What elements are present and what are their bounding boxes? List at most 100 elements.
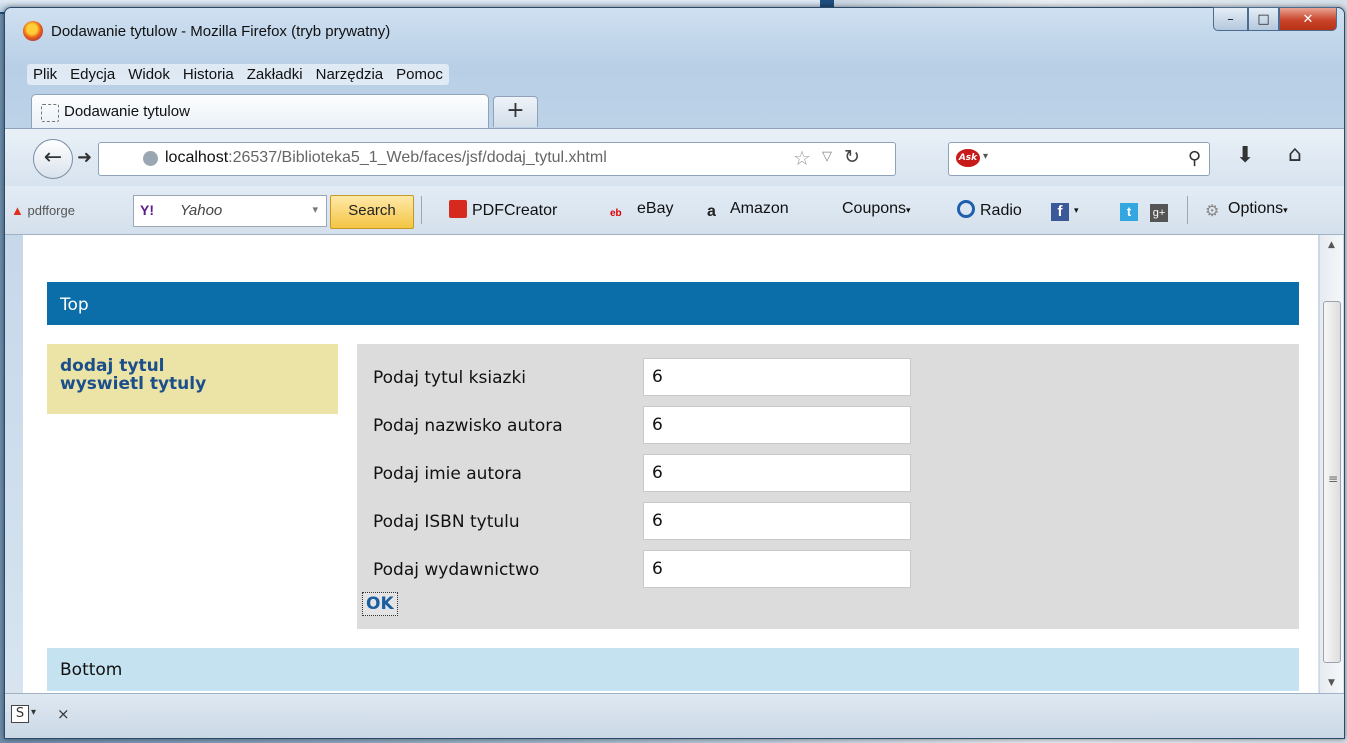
minimize-button[interactable]: – xyxy=(1213,7,1248,31)
close-icon: ✕ xyxy=(1302,11,1314,27)
window-controls: – □ ✕ xyxy=(1213,7,1337,31)
radio-icon xyxy=(957,200,975,218)
menu-pomoc[interactable]: Pomoc xyxy=(396,66,443,83)
pdfcreator-label: PDFCreator xyxy=(472,202,558,219)
toolbar-divider xyxy=(1187,196,1188,224)
navigation-bar: ← ➜ localhost:26537/Biblioteka5_1_Web/fa… xyxy=(5,128,1344,187)
bookmark-star-icon[interactable]: ☆ xyxy=(793,146,811,170)
isbn-input[interactable] xyxy=(643,502,911,540)
minimize-icon: – xyxy=(1227,11,1234,27)
scroll-up-arrow-icon[interactable]: ▲ xyxy=(1320,235,1343,255)
bottom-region: Bottom xyxy=(47,648,1299,691)
nav-link-dodaj-tytul[interactable]: dodaj tytul xyxy=(60,357,338,375)
ebay-icon: eb xyxy=(610,208,622,219)
yahoo-search-button[interactable]: Search xyxy=(330,195,414,229)
twitter-button[interactable]: t xyxy=(1120,200,1143,221)
amazon-label: Amazon xyxy=(730,200,789,217)
nazwisko-input[interactable] xyxy=(643,406,911,444)
menu-zakladki[interactable]: Zakładki xyxy=(247,66,303,83)
menu-narzedzia[interactable]: Narzędzia xyxy=(316,66,384,83)
addon-dropdown-icon[interactable]: ▾ xyxy=(31,707,36,718)
field-label: Podaj wydawnictwo xyxy=(373,560,540,580)
url-host: localhost xyxy=(165,149,229,166)
tytul-input[interactable] xyxy=(643,358,911,396)
google-plus-button[interactable]: g+ xyxy=(1150,200,1173,222)
radio-button[interactable]: Radio xyxy=(957,200,1022,220)
forward-arrow-icon: ➜ xyxy=(77,147,93,168)
menu-plik[interactable]: Plik xyxy=(33,66,57,83)
new-tab-button[interactable]: + xyxy=(493,96,538,127)
field-label: Podaj tytul ksiazki xyxy=(373,368,527,388)
toolbar-divider xyxy=(421,196,422,224)
amazon-button[interactable]: a Amazon xyxy=(707,200,789,221)
bottom-label: Bottom xyxy=(60,660,123,680)
back-button[interactable]: ← xyxy=(33,139,73,179)
pdfcreator-button[interactable]: PDFCreator xyxy=(449,200,557,220)
scroll-down-arrow-icon[interactable]: ▼ xyxy=(1320,673,1343,693)
window-title: Dodawanie tytulow - Mozilla Firefox (try… xyxy=(51,23,391,40)
addon-s-icon[interactable]: S xyxy=(11,705,29,723)
pdf-icon xyxy=(449,200,467,218)
back-arrow-icon: ← xyxy=(43,145,63,170)
address-bar[interactable]: localhost:26537/Biblioteka5_1_Web/faces/… xyxy=(98,142,896,176)
vertical-scrollbar[interactable]: ▲ ≡ ▼ xyxy=(1319,235,1343,693)
field-label: Podaj ISBN tytulu xyxy=(373,512,520,532)
yahoo-search-field[interactable]: Y! Yahoo ▾ xyxy=(133,195,327,227)
options-dropdown-icon: ▾ xyxy=(1283,205,1288,215)
close-addon-bar-icon[interactable]: × xyxy=(57,705,70,723)
pdfforge-logo[interactable]: ▲ pdfforge xyxy=(11,203,75,218)
left-nav: dodaj tytul wyswietl tytuly xyxy=(47,344,338,414)
field-label: Podaj imie autora xyxy=(373,464,522,484)
addon-toolbar: ▲ pdfforge Y! Yahoo ▾ Search PDFCreator … xyxy=(5,186,1344,235)
firefox-icon[interactable] xyxy=(23,21,43,41)
search-icon[interactable]: ⚲ xyxy=(1188,148,1201,169)
coupons-button[interactable]: Coupons▾ xyxy=(842,200,911,218)
coupons-dropdown-icon: ▾ xyxy=(906,205,911,215)
url-dropdown-icon[interactable]: ▽ xyxy=(822,149,832,164)
pdfforge-flame-icon: ▲ xyxy=(11,203,24,218)
ask-search-engine-icon[interactable]: Ask xyxy=(956,149,980,167)
home-icon[interactable]: ⌂ xyxy=(1288,142,1302,167)
radio-label: Radio xyxy=(980,202,1022,219)
close-button[interactable]: ✕ xyxy=(1279,7,1337,31)
reload-icon[interactable]: ↻ xyxy=(844,146,860,168)
tab-title: Dodawanie tytulow xyxy=(64,103,190,120)
maximize-button[interactable]: □ xyxy=(1248,7,1279,31)
twitter-icon: t xyxy=(1120,203,1138,221)
nav-link-wyswietl-tytuly[interactable]: wyswietl tytuly xyxy=(60,375,338,393)
scrollbar-thumb[interactable]: ≡ xyxy=(1323,301,1341,663)
firefox-window: Dodawanie tytulow - Mozilla Firefox (try… xyxy=(4,7,1345,739)
search-engine-dropdown-icon[interactable]: ▾ xyxy=(983,151,988,162)
top-label: Top xyxy=(60,295,89,315)
form-panel: Podaj tytul ksiazki Podaj nazwisko autor… xyxy=(357,344,1299,629)
chevron-down-icon[interactable]: ▾ xyxy=(312,203,318,216)
page-content: Top dodaj tytul wyswietl tytuly Podaj ty… xyxy=(23,235,1318,693)
amazon-icon: a xyxy=(707,203,716,220)
yahoo-logo-icon: Y! xyxy=(140,202,154,218)
site-identity-icon[interactable] xyxy=(143,151,158,166)
tab-active[interactable]: Dodawanie tytulow xyxy=(31,94,489,129)
menu-edycja[interactable]: Edycja xyxy=(70,66,115,83)
search-bar[interactable]: Ask ▾ ⚲ xyxy=(948,142,1210,176)
url-text[interactable]: localhost:26537/Biblioteka5_1_Web/faces/… xyxy=(165,149,607,167)
ebay-button[interactable]: eb eBay xyxy=(610,200,673,226)
downloads-icon[interactable]: ⬇ xyxy=(1236,143,1254,168)
coupons-label: Coupons xyxy=(842,200,907,217)
maximize-icon: □ xyxy=(1257,11,1270,27)
ok-button[interactable]: OK xyxy=(362,592,398,616)
facebook-button[interactable]: f ▾ xyxy=(1051,200,1079,221)
menu-historia[interactable]: Historia xyxy=(183,66,234,83)
forward-button[interactable]: ➜ xyxy=(77,147,92,168)
wydawnictwo-input[interactable] xyxy=(643,550,911,588)
page-icon xyxy=(41,104,59,122)
title-bar[interactable]: Dodawanie tytulow - Mozilla Firefox (try… xyxy=(5,7,1344,60)
top-region: Top xyxy=(47,282,1299,325)
facebook-icon: f xyxy=(1051,203,1069,221)
menu-widok[interactable]: Widok xyxy=(128,66,170,83)
status-bar: S ▾ × xyxy=(5,693,1344,738)
options-label: Options xyxy=(1228,200,1284,217)
options-button[interactable]: ⚙ Options▾ xyxy=(1205,200,1288,220)
url-path: :26537/Biblioteka5_1_Web/faces/jsf/dodaj… xyxy=(228,149,607,166)
ebay-label: eBay xyxy=(637,200,674,217)
imie-input[interactable] xyxy=(643,454,911,492)
